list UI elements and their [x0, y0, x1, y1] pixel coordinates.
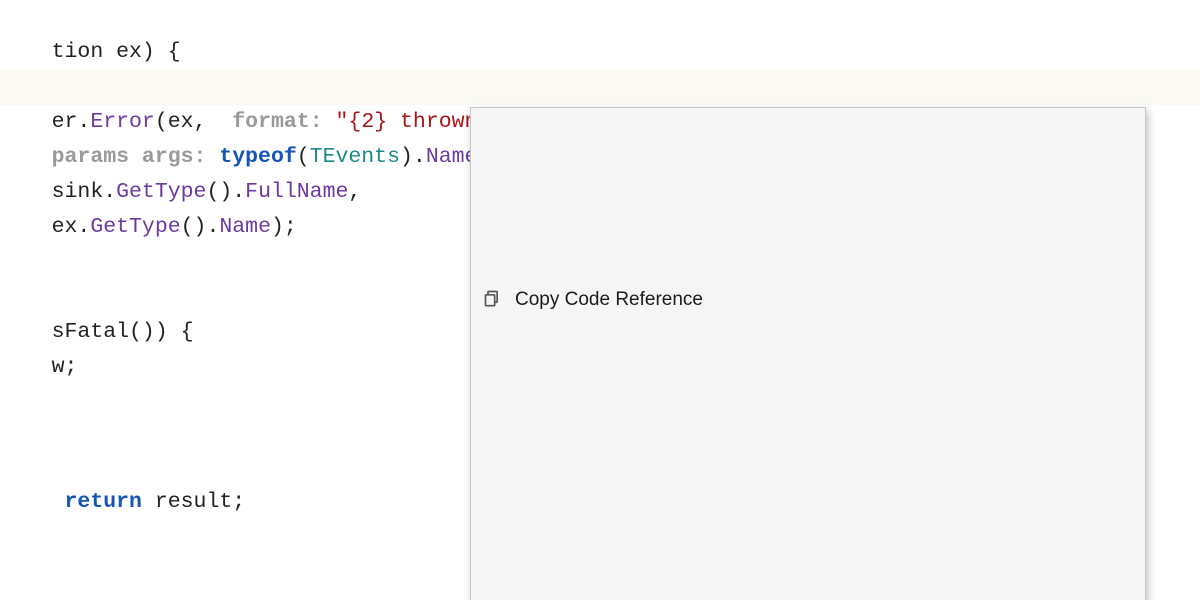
- code-editor[interactable]: tion ex) { gged(ex)) { er.Error(ex, form…: [0, 0, 1200, 600]
- popup-items: Orchard.InvokeExtensions.Invoke<TEvents,…: [471, 493, 1145, 600]
- popup-header: Copy Code Reference: [471, 213, 1145, 388]
- code-line: gged(ex)) {: [0, 35, 1200, 70]
- code-line: tion ex) {: [0, 0, 1200, 35]
- popup-title: Copy Code Reference: [515, 282, 703, 317]
- copy-icon: [483, 219, 505, 379]
- copy-code-reference-popup: Copy Code Reference Orchard.InvokeExtens…: [470, 107, 1146, 600]
- code-line-current: er.Error(ex, format: "{2} thrown from {0…: [0, 70, 1200, 105]
